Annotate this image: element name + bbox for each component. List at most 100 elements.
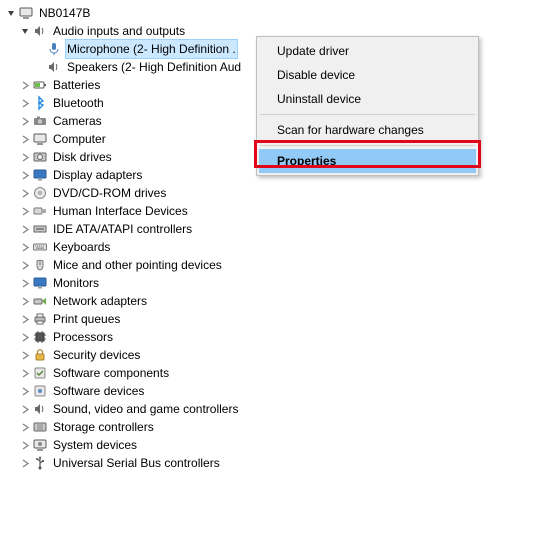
tree-node-label[interactable]: Software devices bbox=[51, 382, 146, 400]
dvdcdrom-icon bbox=[32, 185, 48, 201]
chevron-right-icon[interactable] bbox=[18, 348, 32, 362]
diskdrives-icon bbox=[32, 149, 48, 165]
tree-node-sound[interactable]: Sound, video and game controllers bbox=[4, 400, 539, 418]
tree-node-label[interactable]: Microphone (2- High Definition . bbox=[65, 39, 238, 59]
tree-node-label[interactable]: Disk drives bbox=[51, 148, 114, 166]
tree-node-label[interactable]: Display adapters bbox=[51, 166, 144, 184]
processors-icon bbox=[32, 329, 48, 345]
chevron-right-icon[interactable] bbox=[18, 132, 32, 146]
tree-node-dvdcdrom[interactable]: DVD/CD-ROM drives bbox=[4, 184, 539, 202]
tree-node-hid[interactable]: Human Interface Devices bbox=[4, 202, 539, 220]
tree-node-monitors[interactable]: Monitors bbox=[4, 274, 539, 292]
chevron-right-icon[interactable] bbox=[18, 330, 32, 344]
chevron-down-icon[interactable] bbox=[4, 6, 18, 20]
chevron-right-icon[interactable] bbox=[18, 78, 32, 92]
tree-node-label[interactable]: Software components bbox=[51, 364, 171, 382]
usb-icon bbox=[32, 455, 48, 471]
chevron-right-icon[interactable] bbox=[18, 186, 32, 200]
tree-root-label[interactable]: NB0147B bbox=[37, 4, 92, 22]
menu-disable-device[interactable]: Disable device bbox=[259, 63, 476, 87]
chevron-right-icon[interactable] bbox=[18, 258, 32, 272]
computer-icon bbox=[32, 131, 48, 147]
menu-properties[interactable]: Properties bbox=[259, 149, 476, 173]
tree-node-security[interactable]: Security devices bbox=[4, 346, 539, 364]
tree-node-label[interactable]: Keyboards bbox=[51, 238, 112, 256]
tree-node-softdev[interactable]: Software devices bbox=[4, 382, 539, 400]
chevron-right-icon[interactable] bbox=[18, 384, 32, 398]
displayadapters-icon bbox=[32, 167, 48, 183]
microphone-icon bbox=[46, 41, 62, 57]
speaker-icon bbox=[32, 23, 48, 39]
tree-node-label[interactable]: Audio inputs and outputs bbox=[51, 22, 187, 40]
chevron-right-icon[interactable] bbox=[18, 240, 32, 254]
menu-scan-hardware[interactable]: Scan for hardware changes bbox=[259, 118, 476, 142]
keyboards-icon bbox=[32, 239, 48, 255]
tree-node-label[interactable]: Security devices bbox=[51, 346, 142, 364]
tree-node-label[interactable]: Batteries bbox=[51, 76, 102, 94]
ide-icon bbox=[32, 221, 48, 237]
bluetooth-icon bbox=[32, 95, 48, 111]
context-menu: Update driver Disable device Uninstall d… bbox=[256, 36, 479, 176]
tree-node-mice[interactable]: Mice and other pointing devices bbox=[4, 256, 539, 274]
tree-root-node[interactable]: NB0147B bbox=[4, 4, 539, 22]
tree-node-label[interactable]: Monitors bbox=[51, 274, 101, 292]
tree-node-label[interactable]: IDE ATA/ATAPI controllers bbox=[51, 220, 194, 238]
softcomp-icon bbox=[32, 365, 48, 381]
softdev-icon bbox=[32, 383, 48, 399]
tree-node-softcomp[interactable]: Software components bbox=[4, 364, 539, 382]
tree-node-sysdev[interactable]: System devices bbox=[4, 436, 539, 454]
tree-node-usb[interactable]: Universal Serial Bus controllers bbox=[4, 454, 539, 472]
tree-node-label[interactable]: Storage controllers bbox=[51, 418, 156, 436]
tree-node-label[interactable]: Cameras bbox=[51, 112, 104, 130]
tree-node-label[interactable]: Processors bbox=[51, 328, 115, 346]
tree-node-label[interactable]: Bluetooth bbox=[51, 94, 106, 112]
menu-uninstall-device[interactable]: Uninstall device bbox=[259, 87, 476, 111]
sysdev-icon bbox=[32, 437, 48, 453]
chevron-right-icon[interactable] bbox=[18, 456, 32, 470]
tree-node-label[interactable]: Print queues bbox=[51, 310, 122, 328]
tree-node-processors[interactable]: Processors bbox=[4, 328, 539, 346]
tree-node-label[interactable]: Speakers (2- High Definition Aud bbox=[65, 58, 243, 76]
tree-node-printqueues[interactable]: Print queues bbox=[4, 310, 539, 328]
chevron-right-icon[interactable] bbox=[18, 204, 32, 218]
tree-node-ide[interactable]: IDE ATA/ATAPI controllers bbox=[4, 220, 539, 238]
chevron-right-icon[interactable] bbox=[18, 168, 32, 182]
tree-node-label[interactable]: DVD/CD-ROM drives bbox=[51, 184, 168, 202]
tree-node-label[interactable]: Human Interface Devices bbox=[51, 202, 190, 220]
printqueues-icon bbox=[32, 311, 48, 327]
menu-update-driver[interactable]: Update driver bbox=[259, 39, 476, 63]
chevron-right-icon[interactable] bbox=[18, 402, 32, 416]
menu-separator bbox=[260, 114, 475, 115]
chevron-down-icon[interactable] bbox=[18, 24, 32, 38]
chevron-right-icon[interactable] bbox=[18, 438, 32, 452]
tree-node-label[interactable]: System devices bbox=[51, 436, 139, 454]
tree-node-keyboards[interactable]: Keyboards bbox=[4, 238, 539, 256]
computer-icon bbox=[18, 5, 34, 21]
netadapters-icon bbox=[32, 293, 48, 309]
chevron-right-icon[interactable] bbox=[18, 366, 32, 380]
chevron-right-icon[interactable] bbox=[18, 276, 32, 290]
chevron-right-icon[interactable] bbox=[18, 420, 32, 434]
sound-icon bbox=[32, 401, 48, 417]
menu-separator bbox=[260, 145, 475, 146]
chevron-right-icon[interactable] bbox=[18, 150, 32, 164]
security-icon bbox=[32, 347, 48, 363]
chevron-right-icon[interactable] bbox=[18, 222, 32, 236]
tree-node-label[interactable]: Universal Serial Bus controllers bbox=[51, 454, 222, 472]
tree-node-label[interactable]: Sound, video and game controllers bbox=[51, 400, 240, 418]
tree-node-storage[interactable]: Storage controllers bbox=[4, 418, 539, 436]
chevron-right-icon[interactable] bbox=[18, 294, 32, 308]
tree-node-label[interactable]: Network adapters bbox=[51, 292, 149, 310]
monitors-icon bbox=[32, 275, 48, 291]
storage-icon bbox=[32, 419, 48, 435]
cameras-icon bbox=[32, 113, 48, 129]
tree-node-netadapters[interactable]: Network adapters bbox=[4, 292, 539, 310]
tree-node-label[interactable]: Mice and other pointing devices bbox=[51, 256, 224, 274]
tree-node-label[interactable]: Computer bbox=[51, 130, 108, 148]
chevron-right-icon[interactable] bbox=[18, 312, 32, 326]
speaker-icon bbox=[46, 59, 62, 75]
hid-icon bbox=[32, 203, 48, 219]
chevron-right-icon[interactable] bbox=[18, 114, 32, 128]
mice-icon bbox=[32, 257, 48, 273]
chevron-right-icon[interactable] bbox=[18, 96, 32, 110]
